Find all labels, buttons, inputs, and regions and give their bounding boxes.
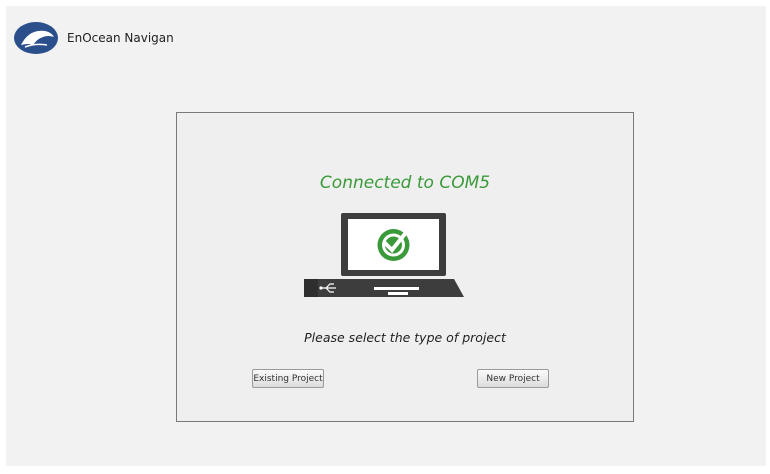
existing-project-button[interactable]: Existing Project: [252, 369, 324, 388]
app-header: EnOcean Navigan: [6, 6, 766, 66]
app-window: EnOcean Navigan Connected to COM5 Please…: [6, 6, 766, 466]
project-dialog: Connected to COM5 Please select the type…: [176, 112, 634, 422]
project-type-prompt: Please select the type of project: [304, 330, 506, 345]
dolphin-logo-icon: [14, 22, 58, 54]
new-project-button[interactable]: New Project: [477, 369, 549, 388]
laptop-icon: [304, 213, 464, 297]
connection-status-title: Connected to COM5: [319, 173, 491, 193]
checkmark-circle-icon: [377, 229, 410, 261]
app-title: EnOcean Navigan: [67, 31, 174, 45]
